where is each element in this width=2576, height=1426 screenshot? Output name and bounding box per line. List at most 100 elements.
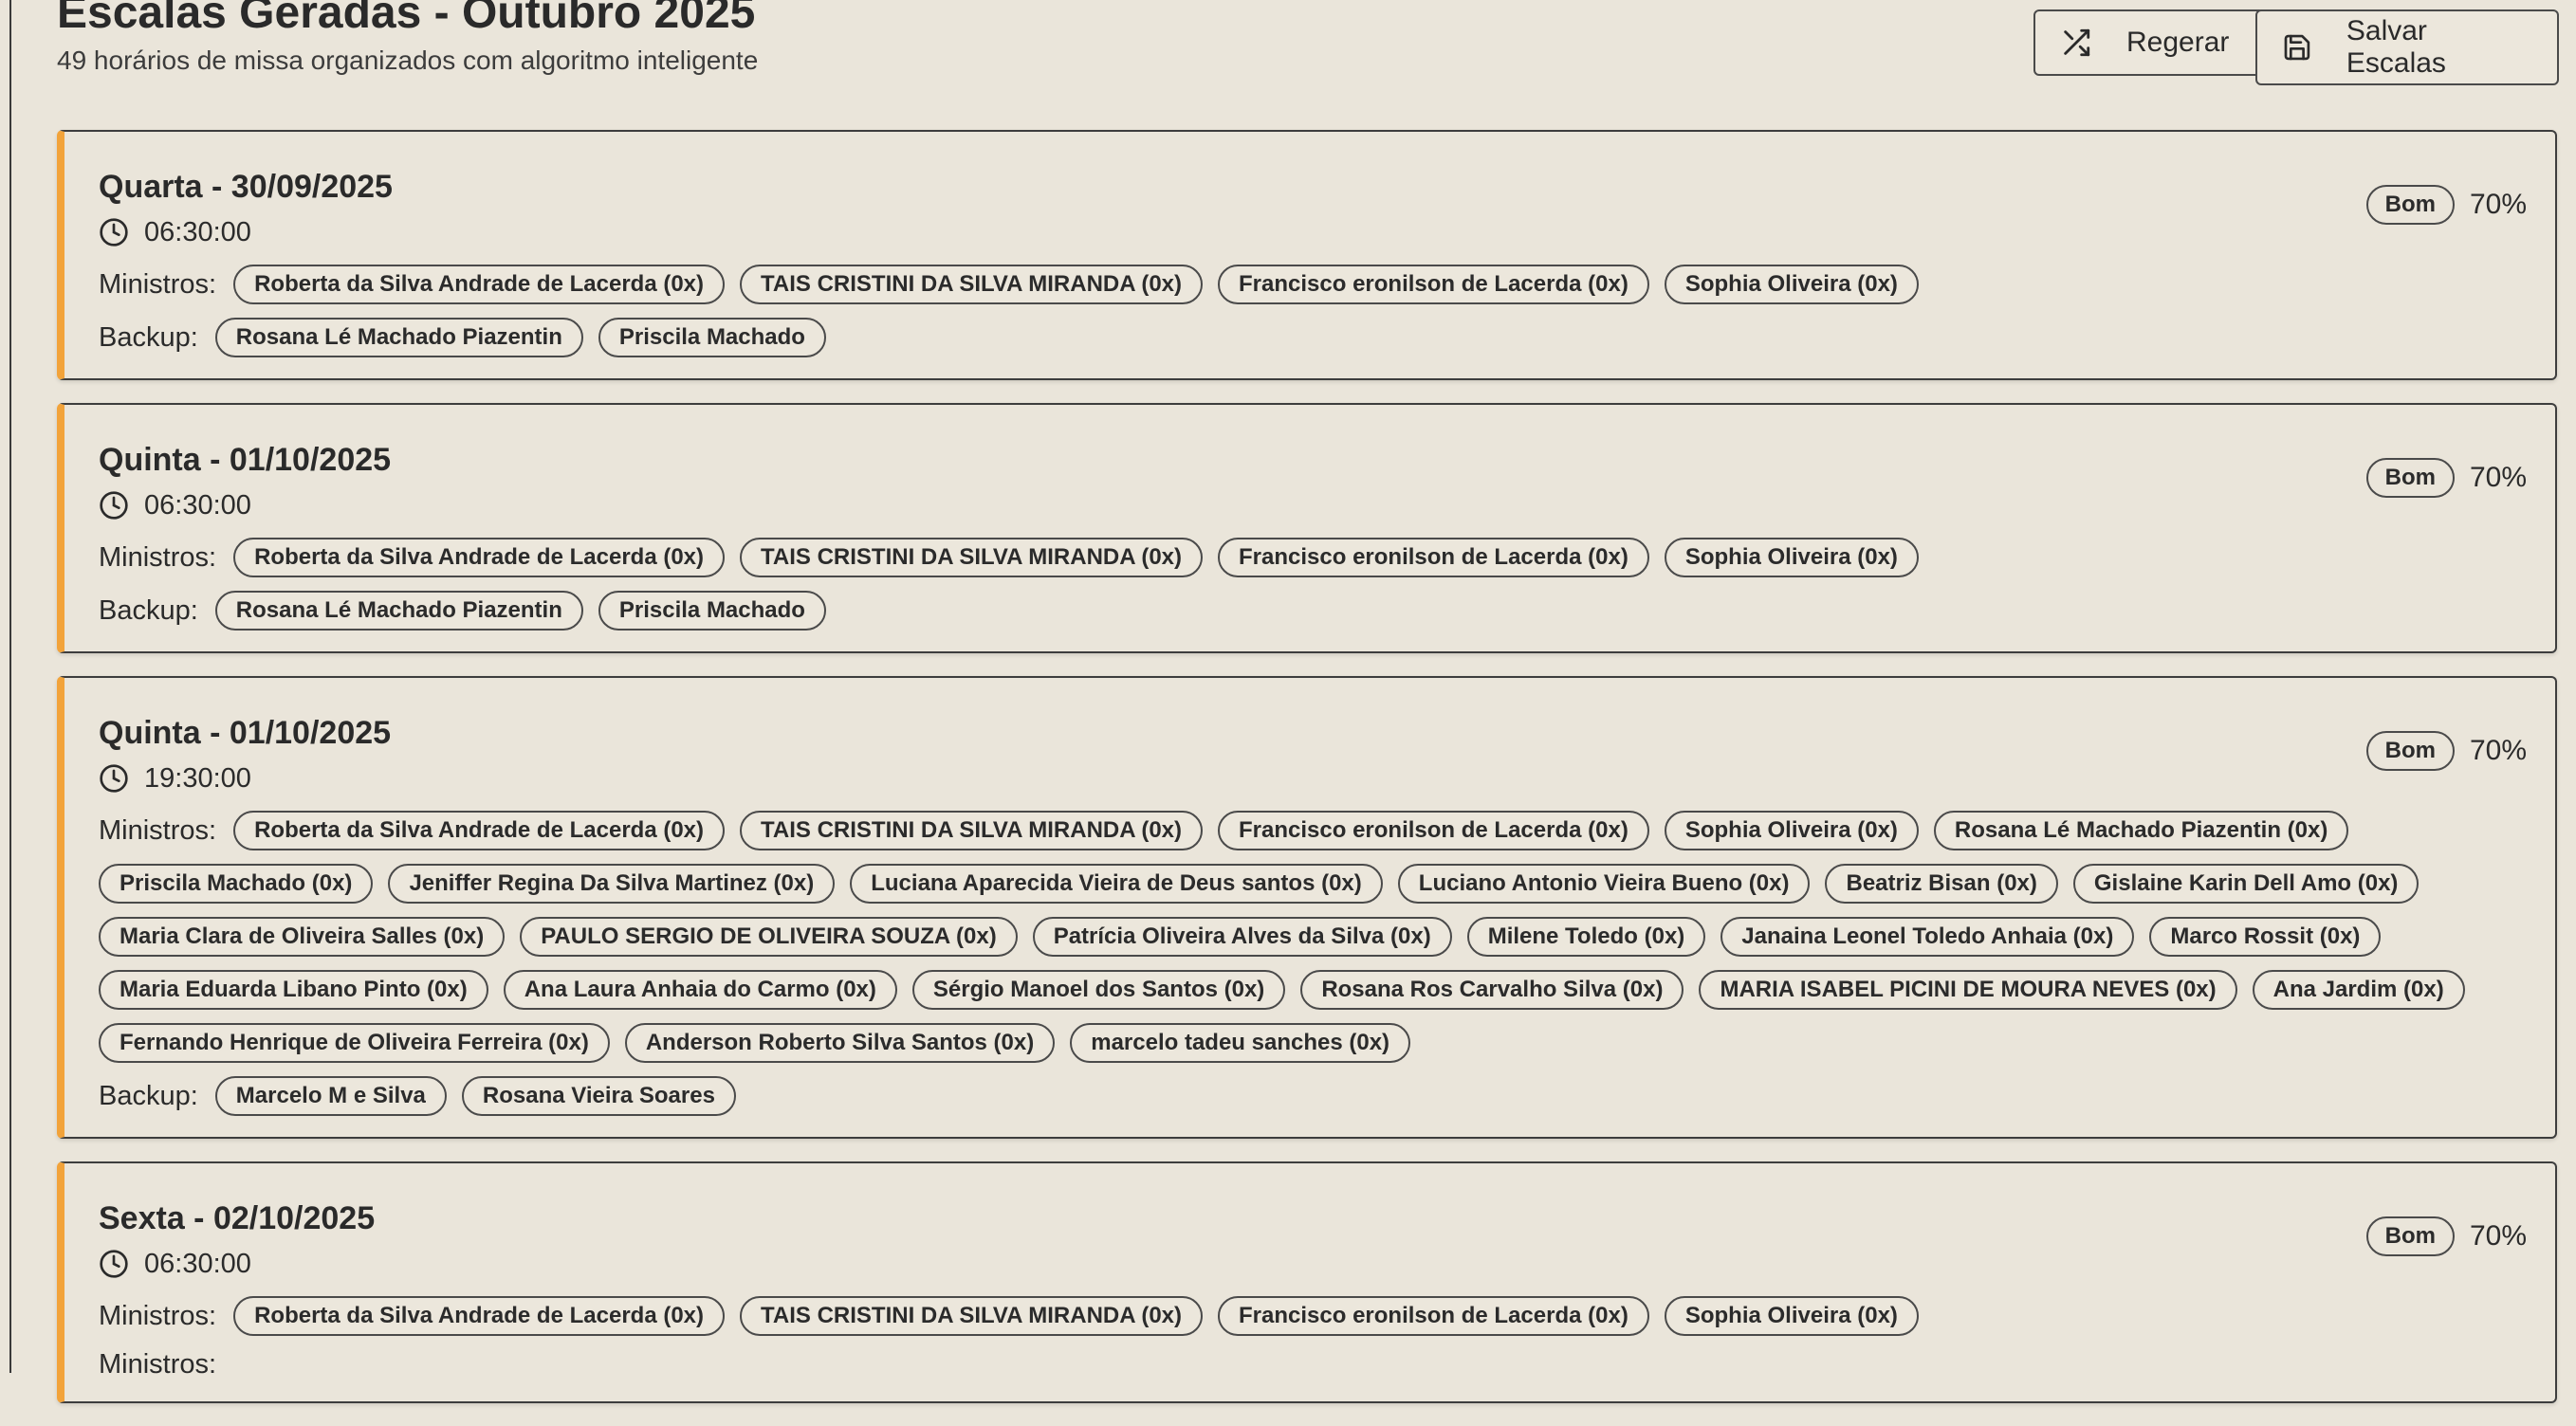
minister-chip[interactable]: Sérgio Manoel dos Santos (0x) [911, 970, 1286, 1010]
left-border [9, 0, 11, 1373]
minister-chip[interactable]: Luciana Aparecida Vieira de Deus santos … [850, 864, 1383, 904]
minister-chip[interactable]: Roberta da Silva Andrade de Lacerda (0x) [233, 811, 726, 850]
minister-chip[interactable]: TAIS CRISTINI DA SILVA MIRANDA (0x) [740, 1296, 1204, 1336]
clock-icon [100, 218, 128, 247]
minister-chip[interactable]: Priscila Machado (0x) [99, 864, 374, 904]
minister-chip[interactable]: Gislaine Karin Dell Amo (0x) [2072, 864, 2420, 904]
card-title: Quarta - 30/09/2025 [99, 169, 393, 205]
minister-chip[interactable]: Milene Toledo (0x) [1466, 917, 1706, 957]
minister-chip[interactable]: Sophia Oliveira (0x) [1664, 1296, 1919, 1336]
save-schedules-label: Salvar Escalas [2346, 15, 2446, 79]
backup-chip[interactable]: Rosana Lé Machado Piazentin [214, 591, 583, 631]
minister-chip[interactable]: Roberta da Silva Andrade de Lacerda (0x) [233, 1296, 726, 1336]
minister-chip[interactable]: Fernando Henrique de Oliveira Ferreira (… [99, 1023, 610, 1063]
minister-chip[interactable]: Rosana Lé Machado Piazentin (0x) [1933, 811, 2349, 850]
minister-chip[interactable]: Roberta da Silva Andrade de Lacerda (0x) [233, 538, 726, 577]
ministers-row: Ministros: Roberta da Silva Andrade de La… [99, 1296, 2525, 1336]
minister-chip[interactable]: PAULO SERGIO DE OLIVEIRA SOUZA (0x) [520, 917, 1018, 957]
minister-chip[interactable]: Francisco eronilson de Lacerda (0x) [1218, 265, 1649, 304]
backup-chip[interactable]: Priscila Machado [598, 318, 826, 357]
ministers-label: Ministros: [99, 1300, 217, 1331]
clock-icon [100, 1250, 128, 1278]
card-title: Sexta - 02/10/2025 [99, 1200, 376, 1236]
minister-chip[interactable]: Francisco eronilson de Lacerda (0x) [1218, 811, 1649, 850]
backup-chip[interactable]: Marcelo M e Silva [214, 1076, 447, 1116]
ministers-label: Ministros: [99, 1349, 217, 1380]
schedule-card: Quinta - 01/10/2025 19:30:00 Bom 70% Ministr… [57, 676, 2557, 1139]
schedule-list: Quarta - 30/09/2025 06:30:00 Bom 70% Ministr… [57, 130, 2557, 1426]
regenerate-label: Regerar [2126, 27, 2230, 58]
page-subtitle: 49 horários de missa organizados com alg… [57, 46, 759, 75]
minister-chip[interactable]: TAIS CRISTINI DA SILVA MIRANDA (0x) [740, 265, 1204, 304]
minister-chip[interactable]: Anderson Roberto Silva Santos (0x) [624, 1023, 1056, 1063]
minister-chip[interactable]: Sophia Oliveira (0x) [1664, 538, 1919, 577]
ministers-label: Ministros: [99, 541, 217, 573]
clock-icon [100, 764, 128, 793]
quality-score: Bom 70% [2365, 731, 2527, 771]
minister-chip[interactable]: Francisco eronilson de Lacerda (0x) [1218, 1296, 1649, 1336]
quality-score: Bom 70% [2365, 458, 2527, 498]
quality-percent: 70% [2469, 462, 2527, 493]
backup-label: Backup: [99, 594, 198, 626]
minister-chip[interactable]: Maria Clara de Oliveira Salles (0x) [99, 917, 506, 957]
schedule-card: Sexta - 02/10/2025 06:30:00 Bom 70% Ministro… [57, 1161, 2557, 1403]
minister-chip[interactable]: Luciano Antonio Vieira Bueno (0x) [1397, 864, 1811, 904]
backup-chip[interactable]: Rosana Lé Machado Piazentin [214, 318, 583, 357]
backup-chip[interactable]: Rosana Vieira Soares [461, 1076, 736, 1116]
page-title: Escalas Geradas - Outubro 2025 [57, 0, 756, 38]
card-title: Quinta - 01/10/2025 [99, 442, 392, 478]
minister-chip[interactable]: marcelo tadeu sanches (0x) [1070, 1023, 1411, 1063]
mass-time: 06:30:00 [99, 1245, 2525, 1283]
backup-row: Backup: Rosana Lé Machado Piazentin Prisci… [99, 591, 2525, 631]
minister-chip[interactable]: TAIS CRISTINI DA SILVA MIRANDA (0x) [740, 811, 1204, 850]
quality-badge: Bom [2365, 731, 2455, 771]
minister-chip[interactable]: Francisco eronilson de Lacerda (0x) [1218, 538, 1649, 577]
minister-chip[interactable]: Marco Rossit (0x) [2149, 917, 2382, 957]
ministers-label: Ministros: [99, 814, 217, 846]
mass-time-value: 06:30:00 [144, 489, 251, 521]
minister-chip[interactable]: Maria Eduarda Libano Pinto (0x) [99, 970, 488, 1010]
save-schedules-button[interactable]: Salvar Escalas [2255, 9, 2559, 85]
minister-chip[interactable]: Rosana Ros Carvalho Silva (0x) [1300, 970, 1684, 1010]
minister-chip[interactable]: Roberta da Silva Andrade de Lacerda (0x) [233, 265, 726, 304]
quality-score: Bom 70% [2365, 1216, 2527, 1256]
mass-time-value: 19:30:00 [144, 762, 251, 794]
quality-percent: 70% [2469, 189, 2527, 220]
minister-chip[interactable]: Ana Jardim (0x) [2252, 970, 2465, 1010]
backup-chip[interactable]: Priscila Machado [598, 591, 826, 631]
mass-time-value: 06:30:00 [144, 1248, 251, 1279]
ministers-row: Ministros: Roberta da Silva Andrade de La… [99, 265, 2525, 304]
backup-label: Backup: [99, 1080, 198, 1111]
minister-chip[interactable]: MARIA ISABEL PICINI DE MOURA NEVES (0x) [1699, 970, 2237, 1010]
minister-chip[interactable]: Beatriz Bisan (0x) [1825, 864, 2058, 904]
quality-percent: 70% [2469, 1220, 2527, 1252]
ministers-row: Ministros: Roberta da Silva Andrade de La… [99, 538, 2525, 577]
backup-label: Backup: [99, 321, 198, 353]
mass-time: 06:30:00 [99, 213, 2525, 251]
ministers-row-partial: Ministros: [99, 1349, 2525, 1380]
page-header: Escalas Geradas - Outubro 2025 49 horári… [57, 0, 2559, 101]
backup-row: Backup: Rosana Lé Machado Piazentin Prisci… [99, 318, 2525, 357]
schedule-card: Quarta - 30/09/2025 06:30:00 Bom 70% Ministr… [57, 130, 2557, 380]
minister-chip[interactable]: Janaina Leonel Toledo Anhaia (0x) [1720, 917, 2135, 957]
card-title: Quinta - 01/10/2025 [99, 715, 392, 751]
minister-chip[interactable]: Sophia Oliveira (0x) [1664, 265, 1919, 304]
ministers-label: Ministros: [99, 268, 217, 300]
minister-chip[interactable]: Sophia Oliveira (0x) [1664, 811, 1919, 850]
clock-icon [100, 491, 128, 520]
shuffle-icon [2064, 28, 2090, 57]
backup-row: Backup: Marcelo M e Silva Rosana Vieira So… [99, 1076, 2525, 1116]
quality-percent: 70% [2469, 735, 2527, 766]
mass-time: 19:30:00 [99, 759, 2525, 797]
quality-score: Bom 70% [2365, 185, 2527, 225]
ministers-row: Ministros: Roberta da Silva Andrade de La… [99, 811, 2525, 1063]
regenerate-button[interactable]: Regerar [2033, 9, 2266, 76]
quality-badge: Bom [2365, 185, 2455, 225]
schedule-card: Quinta - 01/10/2025 06:30:00 Bom 70% Ministr… [57, 403, 2557, 653]
minister-chip[interactable]: Ana Laura Anhaia do Carmo (0x) [503, 970, 897, 1010]
minister-chip[interactable]: Jeniffer Regina Da Silva Martinez (0x) [388, 864, 836, 904]
quality-badge: Bom [2365, 458, 2455, 498]
minister-chip[interactable]: Patrícia Oliveira Alves da Silva (0x) [1032, 917, 1452, 957]
minister-chip[interactable]: TAIS CRISTINI DA SILVA MIRANDA (0x) [740, 538, 1204, 577]
mass-time: 06:30:00 [99, 486, 2525, 524]
